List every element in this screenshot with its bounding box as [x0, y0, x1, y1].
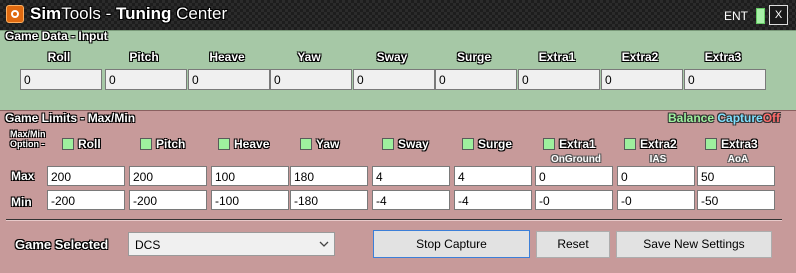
ent-toggle[interactable] [756, 8, 765, 24]
data-col-header-yaw: Yaw [297, 50, 321, 64]
data-col-header-extra2: Extra2 [621, 50, 659, 64]
data-input-heave[interactable]: 0 [188, 69, 270, 90]
option-checkbox-pitch[interactable] [140, 138, 152, 150]
game-limits-title: Game Limits - Max/Min [5, 111, 136, 125]
game-select-value: DCS [135, 238, 161, 252]
data-input-surge[interactable]: 0 [435, 69, 517, 90]
data-col-header-extra1: Extra1 [538, 50, 576, 64]
balance-capture-status: Balance CaptureOff [668, 111, 780, 125]
max-input-pitch[interactable]: 200 [129, 166, 207, 186]
data-input-extra3[interactable]: 0 [684, 69, 766, 90]
limit-col-label-sway: Sway [398, 137, 429, 151]
save-new-settings-button[interactable]: Save New Settings [616, 231, 772, 258]
limit-col-label-yaw: Yaw [316, 137, 340, 151]
max-input-extra1[interactable]: 0 [535, 166, 613, 186]
max-min-option-label: Max/Min Option - [10, 129, 46, 149]
option-checkbox-extra1[interactable] [543, 138, 555, 150]
option-checkbox-extra3[interactable] [705, 138, 717, 150]
max-input-extra3[interactable]: 50 [697, 166, 775, 186]
data-col-header-heave: Heave [209, 50, 245, 64]
data-col-header-roll: Roll [47, 50, 71, 64]
limit-col-label-pitch: Pitch [156, 137, 186, 151]
option-checkbox-sway[interactable] [382, 138, 394, 150]
limit-col-sublabel-extra1: OnGround [551, 154, 601, 165]
limit-col-label-heave: Heave [234, 137, 270, 151]
data-col-header-extra3: Extra3 [704, 50, 742, 64]
min-input-extra1[interactable]: -0 [535, 190, 613, 210]
capture-label: Capture [717, 111, 763, 125]
min-input-pitch[interactable]: -200 [129, 190, 207, 210]
data-input-pitch[interactable]: 0 [105, 69, 187, 90]
max-input-surge[interactable]: 4 [454, 166, 532, 186]
min-input-heave[interactable]: -100 [211, 190, 289, 210]
data-input-extra1[interactable]: 0 [518, 69, 600, 90]
limit-col-label-extra3: Extra3 [721, 137, 758, 151]
limit-col-sublabel-extra2: IAS [649, 154, 667, 165]
reset-button[interactable]: Reset [536, 231, 610, 258]
max-input-extra2[interactable]: 0 [617, 166, 695, 186]
data-input-extra2[interactable]: 0 [601, 69, 683, 90]
max-input-heave[interactable]: 100 [211, 166, 289, 186]
data-input-roll[interactable]: 0 [20, 69, 102, 90]
data-col-header-sway: Sway [376, 50, 408, 64]
off-label: Off [762, 111, 781, 125]
game-data-title: Game Data - Input [5, 29, 108, 43]
max-row-label: Max [11, 169, 35, 183]
section-divider-highlight [6, 220, 782, 221]
min-input-sway[interactable]: -4 [372, 190, 450, 210]
max-input-yaw[interactable]: 180 [290, 166, 368, 186]
option-checkbox-surge[interactable] [462, 138, 474, 150]
game-select[interactable]: DCS [128, 232, 335, 256]
ent-label: ENT [724, 9, 748, 23]
data-col-header-pitch: Pitch [129, 50, 159, 64]
option-checkbox-extra2[interactable] [624, 138, 636, 150]
min-row-label: Min [11, 195, 32, 209]
game-selected-label: Game Selected [15, 237, 109, 252]
min-input-extra2[interactable]: -0 [617, 190, 695, 210]
window-title: SimTools - Tuning Center [30, 4, 228, 23]
max-input-roll[interactable]: 200 [47, 166, 125, 186]
option-checkbox-yaw[interactable] [300, 138, 312, 150]
limit-col-label-extra1: Extra1 [559, 137, 596, 151]
data-input-yaw[interactable]: 0 [270, 69, 352, 90]
close-button[interactable]: X [769, 5, 788, 25]
data-col-header-surge: Surge [456, 50, 491, 64]
min-input-yaw[interactable]: -180 [290, 190, 368, 210]
balance-label: Balance [668, 111, 715, 125]
max-input-sway[interactable]: 4 [372, 166, 450, 186]
min-input-extra3[interactable]: -50 [697, 190, 775, 210]
limit-col-sublabel-extra3: AoA [727, 154, 749, 165]
chevron-down-icon [319, 241, 329, 247]
limit-col-label-roll: Roll [78, 137, 101, 151]
option-checkbox-heave[interactable] [218, 138, 230, 150]
simtools-logo-icon [6, 5, 24, 23]
min-input-surge[interactable]: -4 [454, 190, 532, 210]
stop-capture-button[interactable]: Stop Capture [373, 230, 530, 258]
limit-col-label-surge: Surge [478, 137, 513, 151]
data-input-sway[interactable]: 0 [353, 69, 435, 90]
limit-col-label-extra2: Extra2 [640, 137, 677, 151]
min-input-roll[interactable]: -200 [47, 190, 125, 210]
title-bar: SimTools - Tuning Center ENT X [0, 0, 796, 30]
option-checkbox-roll[interactable] [62, 138, 74, 150]
